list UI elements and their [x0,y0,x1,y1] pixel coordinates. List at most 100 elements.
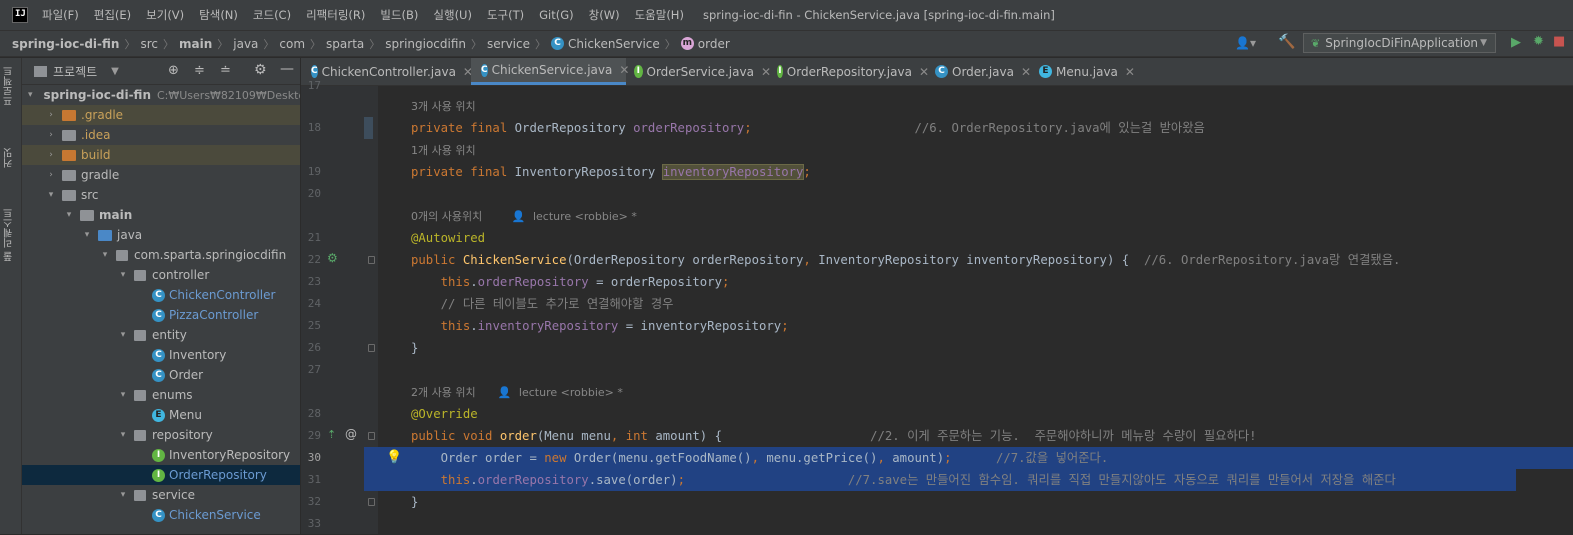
usage-count[interactable]: 0개의 사용위치 [411,210,482,223]
author-hint[interactable]: lecture <robbie> * [519,386,623,399]
tree-item-com-sparta-springiocdifin[interactable]: ▾ com.sparta.springiocdifin [22,245,300,265]
intellij-logo-icon[interactable]: IJ [12,7,28,23]
locate-icon[interactable]: ⊕ [168,63,179,78]
tab-orderservice[interactable]: I OrderService.java ✕ [626,58,771,85]
chevron-right-icon[interactable]: › [46,170,56,180]
breadcrumb-order-method[interactable]: m order [680,37,730,51]
project-panel-title[interactable]: 프로젝트 [53,63,97,80]
menu-window[interactable]: 창(W) [589,7,620,23]
tree-item-spring-ioc-di-fin[interactable]: ▾ spring-ioc-di-fin C:₩Users₩82109₩Deskto [22,85,300,105]
fold-icon[interactable] [368,344,375,352]
tree-item-service[interactable]: ▾ service [22,485,300,505]
tree-item-orderrepository[interactable]: I OrderRepository [22,465,300,485]
fold-icon[interactable] [368,256,375,264]
tree-item-menu[interactable]: E Menu [22,405,300,425]
fold-icon[interactable] [368,432,375,440]
tab-chickenservice[interactable]: C ChickenService.java ✕ [471,58,629,85]
debug-icon[interactable]: ✹ [1533,34,1544,49]
tree-item-inventoryrepository[interactable]: I InventoryRepository [22,445,300,465]
tree-item-order[interactable]: C Order [22,365,300,385]
tool-tab-pull-requests[interactable]: 풀 리퀘스트 [2,208,17,261]
user-icon[interactable]: 👤▾ [1235,36,1256,50]
menu-code[interactable]: 코드(C) [253,7,291,23]
tool-tab-project[interactable]: 프로젝트 [2,66,17,106]
menu-file[interactable]: 파일(F) [42,7,79,23]
spring-bean-gutter-icon[interactable]: ⚙ [327,251,338,265]
tab-chickencontroller[interactable]: C ChickenController.java ✕ [301,58,473,85]
menu-edit[interactable]: 편집(E) [94,7,131,23]
code-editor[interactable]: 3개 사용 위치 private final OrderRepository o… [378,86,1573,534]
breadcrumb-java[interactable]: java [233,37,258,51]
breadcrumb-chickenservice[interactable]: C ChickenService [551,37,660,51]
chevron-down-icon[interactable]: ▾ [118,330,128,340]
breadcrumb-com[interactable]: com [279,37,305,51]
tree-item-build[interactable]: › build [22,145,300,165]
menu-refactor[interactable]: 리팩터링(R) [306,7,365,23]
menu-build[interactable]: 빌드(B) [380,7,418,23]
close-icon[interactable]: ✕ [919,65,929,79]
tree-item-gradle[interactable]: › .gradle [22,105,300,125]
menu-navigate[interactable]: 탐색(N) [199,7,238,23]
breadcrumb-project[interactable]: spring-ioc-di-fin [12,37,119,51]
tree-item-chickenservice[interactable]: C ChickenService [22,505,300,525]
fold-icon[interactable] [368,498,375,506]
close-icon[interactable]: ✕ [1021,65,1031,79]
tree-item-enums[interactable]: ▾ enums [22,385,300,405]
tree-item-gradle[interactable]: › gradle [22,165,300,185]
tree-item-idea[interactable]: › .idea [22,125,300,145]
chevron-down-icon[interactable]: ▾ [118,270,128,280]
close-icon[interactable]: ✕ [761,65,771,79]
stop-icon[interactable]: ■ [1553,34,1565,49]
run-configuration-select[interactable]: ❦ SpringIocDiFinApplication ▼ [1303,33,1496,53]
author-hint[interactable]: lecture <robbie> * [533,210,637,223]
chevron-right-icon[interactable]: › [46,110,56,120]
chevron-right-icon[interactable]: › [46,150,56,160]
implements-arrow-icon[interactable]: ⇡ [327,428,336,441]
close-icon[interactable]: ✕ [1125,65,1135,79]
tool-tab-commit[interactable]: 커밋 [2,148,17,168]
menu-tools[interactable]: 도구(T) [487,7,524,23]
expand-all-icon[interactable]: ≑ [194,63,205,78]
menu-help[interactable]: 도움말(H) [635,7,684,23]
usage-count[interactable]: 1개 사용 위치 [411,144,476,157]
chevron-down-icon[interactable]: ▾ [28,90,33,100]
chevron-down-icon[interactable]: ▾ [64,210,74,220]
tree-item-main[interactable]: ▾ main [22,205,300,225]
gear-icon[interactable]: ⚙ [254,62,267,78]
chevron-down-icon[interactable]: ▾ [118,430,128,440]
chevron-right-icon[interactable]: › [46,130,56,140]
build-hammer-icon[interactable]: 🔨 [1278,34,1295,50]
tree-item-chickencontroller[interactable]: C ChickenController [22,285,300,305]
tree-item-java[interactable]: ▾ java [22,225,300,245]
hide-panel-icon[interactable]: — [280,61,294,77]
chevron-down-icon[interactable]: ▾ [118,390,128,400]
tab-order[interactable]: C Order.java ✕ [929,58,1033,85]
lightbulb-icon[interactable]: 💡 [386,450,402,465]
chevron-down-icon[interactable]: ▾ [82,230,92,240]
usage-count[interactable]: 3개 사용 위치 [411,100,476,113]
collapse-all-icon[interactable]: ≐ [220,63,231,78]
breadcrumb-service[interactable]: service [487,37,530,51]
chevron-down-icon[interactable]: ▾ [100,250,110,260]
run-icon[interactable]: ▶ [1511,35,1521,50]
breadcrumb-src[interactable]: src [140,37,158,51]
tree-item-entity[interactable]: ▾ entity [22,325,300,345]
menu-git[interactable]: Git(G) [539,8,574,22]
view-mode-chevron-icon[interactable]: ▼ [111,66,119,77]
breadcrumb-main[interactable]: main [179,37,212,51]
tree-item-repository[interactable]: ▾ repository [22,425,300,445]
menu-view[interactable]: 보기(V) [146,7,184,23]
tab-menu[interactable]: E Menu.java ✕ [1033,58,1143,85]
chevron-down-icon[interactable]: ▾ [118,490,128,500]
at-annotation-icon[interactable]: @ [345,427,357,441]
breadcrumb-springiocdifin[interactable]: springiocdifin [385,37,466,51]
tab-orderrepository[interactable]: I OrderRepository.java ✕ [771,58,929,85]
breadcrumb-sparta[interactable]: sparta [326,37,364,51]
usage-count[interactable]: 2개 사용 위치 [411,386,476,399]
tree-item-inventory[interactable]: C Inventory [22,345,300,365]
tree-item-controller[interactable]: ▾ controller [22,265,300,285]
tree-item-pizzacontroller[interactable]: C PizzaController [22,305,300,325]
menu-run[interactable]: 실행(U) [433,7,472,23]
chevron-down-icon[interactable]: ▾ [46,190,56,200]
tree-item-src[interactable]: ▾ src [22,185,300,205]
